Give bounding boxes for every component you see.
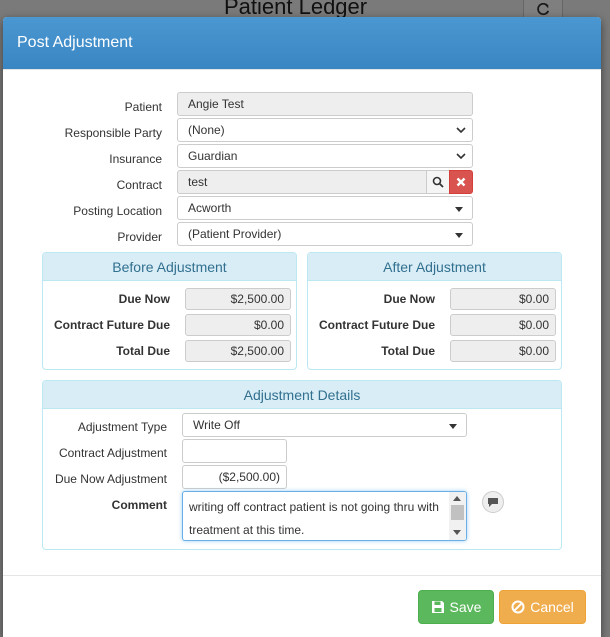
before-contract-future-due-value: $0.00 <box>185 314 291 336</box>
contract-adjustment-input[interactable] <box>182 439 287 463</box>
contract-adjustment-label: Contract Adjustment <box>58 446 167 460</box>
insurance-label: Insurance <box>109 152 162 166</box>
before-due-now-label: Due Now <box>118 292 170 306</box>
chevron-down-icon <box>456 127 466 134</box>
comment-scrollbar[interactable] <box>449 492 466 540</box>
patient-field: Angie Test <box>177 92 473 116</box>
ban-icon <box>511 600 525 614</box>
before-adjustment-heading: Before Adjustment <box>43 253 296 281</box>
modal-body: Patient Angie Test Responsible Party (No… <box>3 70 601 575</box>
modal-footer: Save Cancel <box>3 575 601 637</box>
adjustment-details-panel: Adjustment Details Adjustment Type Write… <box>42 380 562 550</box>
after-contract-future-due-value: $0.00 <box>450 314 556 336</box>
chevron-down-icon <box>456 153 466 160</box>
due-now-adjustment-label: Due Now Adjustment <box>54 472 167 486</box>
scroll-up-icon[interactable] <box>453 495 461 501</box>
provider-select[interactable]: (Patient Provider) <box>177 222 473 246</box>
patient-label: Patient <box>124 100 162 114</box>
after-contract-future-due-label: Contract Future Due <box>318 318 435 332</box>
caret-down-icon <box>455 207 463 212</box>
modal-title: Post Adjustment <box>17 34 133 51</box>
save-icon <box>431 601 444 613</box>
insurance-select[interactable]: Guardian <box>177 144 473 168</box>
adjustment-type-label: Adjustment Type <box>77 420 167 434</box>
scrollbar-thumb[interactable] <box>451 505 464 520</box>
after-due-now-label: Due Now <box>383 292 435 306</box>
posting-location-label: Posting Location <box>73 204 162 218</box>
before-due-now-value: $2,500.00 <box>185 288 291 310</box>
after-due-now-value: $0.00 <box>450 288 556 310</box>
scroll-down-icon[interactable] <box>453 530 461 536</box>
posting-location-select[interactable]: Acworth <box>177 196 473 220</box>
contract-clear-button[interactable] <box>449 170 473 194</box>
comment-icon <box>488 497 498 507</box>
before-contract-future-due-label: Contract Future Due <box>53 318 170 332</box>
post-adjustment-modal: Post Adjustment Patient Angie Test Respo… <box>3 17 601 637</box>
adjustment-type-select[interactable]: Write Off <box>182 413 467 437</box>
before-total-due-label: Total Due <box>116 344 170 358</box>
adjustment-details-heading: Adjustment Details <box>43 381 561 409</box>
comment-template-button[interactable] <box>482 491 504 513</box>
caret-down-icon <box>449 424 457 429</box>
search-icon <box>432 176 444 188</box>
after-total-due-value: $0.00 <box>450 340 556 362</box>
contract-field: test <box>177 170 427 194</box>
contract-label: Contract <box>116 178 162 192</box>
responsible-party-label: Responsible Party <box>64 126 162 140</box>
comment-textarea[interactable]: writing off contract patient is not goin… <box>182 491 467 541</box>
save-button[interactable]: Save <box>418 590 494 624</box>
contract-search-button[interactable] <box>426 170 450 194</box>
modal-header: Post Adjustment <box>3 17 601 70</box>
provider-label: Provider <box>117 230 162 244</box>
after-total-due-label: Total Due <box>381 344 435 358</box>
after-adjustment-heading: After Adjustment <box>308 253 561 281</box>
responsible-party-select[interactable]: (None) <box>177 118 473 142</box>
close-icon <box>456 177 466 187</box>
after-adjustment-panel: After Adjustment Due Now $0.00 Contract … <box>307 252 562 370</box>
before-adjustment-panel: Before Adjustment Due Now $2,500.00 Cont… <box>42 252 297 370</box>
before-total-due-value: $2,500.00 <box>185 340 291 362</box>
comment-label: Comment <box>111 498 167 512</box>
due-now-adjustment-input[interactable]: ($2,500.00) <box>182 465 287 489</box>
comment-text: writing off contract patient is not goin… <box>189 500 439 537</box>
caret-down-icon <box>455 233 463 238</box>
cancel-button[interactable]: Cancel <box>499 590 586 624</box>
